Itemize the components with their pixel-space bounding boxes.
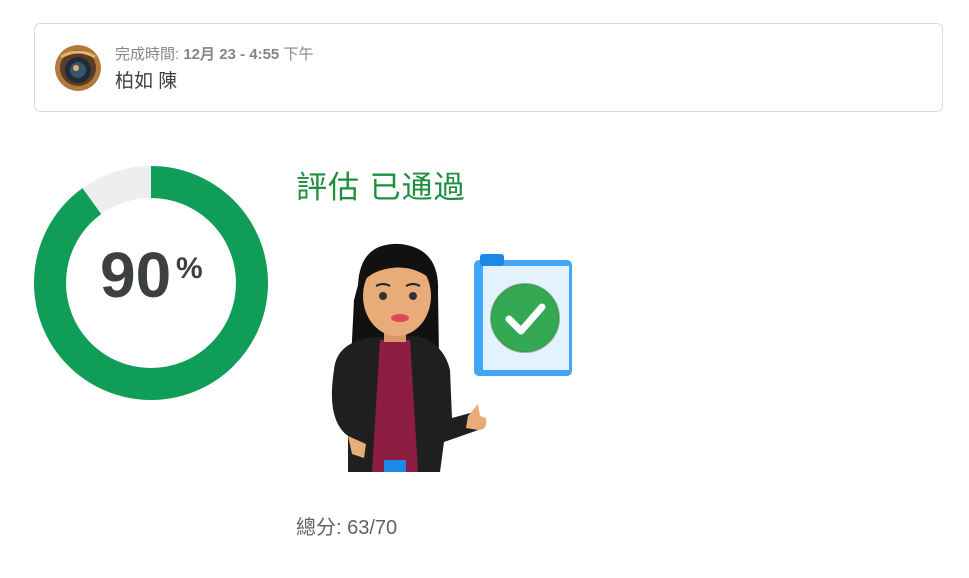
completion-month: 12月 xyxy=(183,46,216,63)
completion-clock: 4:55 xyxy=(249,46,280,63)
completion-label: 完成時間: xyxy=(115,46,180,63)
total-score: 總分: 63/70 xyxy=(296,511,397,540)
submission-card: 完成時間: 12月 23 - 4:55 下午 柏如 陳 xyxy=(34,23,943,112)
score-percentage: 90 xyxy=(100,239,172,311)
score-label: 總分: xyxy=(296,517,342,539)
assessment-status: 評估 已通過 xyxy=(296,170,466,205)
completion-separator: - xyxy=(240,46,246,63)
clipboard-check-icon xyxy=(474,254,572,376)
completion-ampm: 下午 xyxy=(283,46,314,63)
student-avatar xyxy=(55,45,101,91)
student-name: 柏如 陳 xyxy=(115,71,178,92)
woman-character xyxy=(331,243,487,472)
score-value: 63/70 xyxy=(347,517,398,539)
completion-day: 23 xyxy=(219,46,236,63)
percent-sign: % xyxy=(176,252,203,285)
completion-time: 完成時間: 12月 23 - 4:55 下午 xyxy=(115,43,313,64)
passed-illustration xyxy=(331,243,572,472)
